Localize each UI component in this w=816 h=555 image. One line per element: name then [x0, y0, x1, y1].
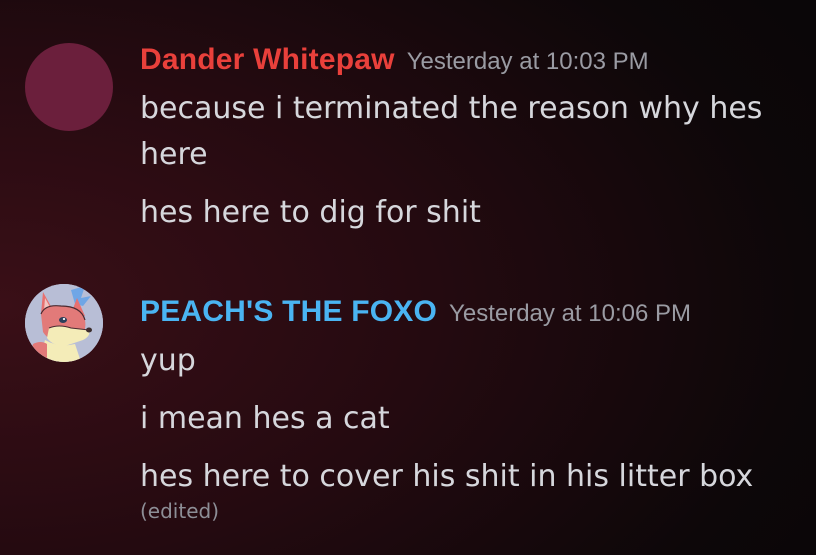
message-text: yup — [140, 343, 196, 378]
avatar[interactable] — [25, 284, 103, 362]
edited-label: (edited) — [140, 499, 220, 523]
fox-avatar-icon — [25, 284, 103, 362]
message-header: PEACH'S THE FOXO Yesterday at 10:06 PM — [140, 290, 800, 338]
timestamp: Yesterday at 10:06 PM — [449, 300, 691, 327]
username[interactable]: PEACH'S THE FOXO — [140, 295, 437, 328]
message-content: PEACH'S THE FOXO Yesterday at 10:06 PM yu… — [140, 290, 800, 522]
timestamp: Yesterday at 10:03 PM — [406, 48, 649, 75]
message-content: Dander Whitepaw Yesterday at 10:03 PM bec… — [140, 38, 800, 236]
chat-messages: Dander Whitepaw Yesterday at 10:03 PM bec… — [0, 0, 816, 555]
message-text: i mean hes a cat — [140, 401, 390, 436]
message-text: hes here to dig for shit — [140, 195, 481, 230]
message-header: Dander Whitepaw Yesterday at 10:03 PM — [140, 38, 800, 86]
message-text: because i terminated the reason why hes … — [140, 91, 763, 172]
username[interactable]: Dander Whitepaw — [140, 43, 395, 76]
message-text: hes here to cover his shit in his litter… — [140, 459, 754, 494]
avatar[interactable] — [25, 43, 113, 131]
